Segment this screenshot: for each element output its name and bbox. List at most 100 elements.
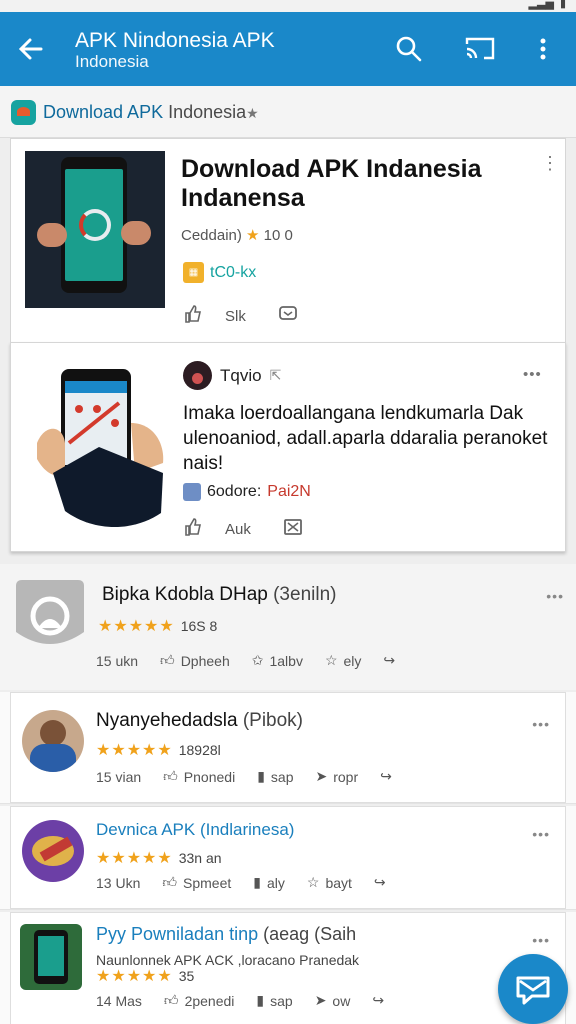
list-item-menu-button[interactable]: ••• xyxy=(532,716,550,732)
star-outline-icon: ☆ xyxy=(324,652,338,668)
thumb-down-icon: ▮ xyxy=(257,768,265,784)
share-icon: ↪ xyxy=(383,652,396,668)
more-vert-icon xyxy=(540,38,546,60)
share-button[interactable]: ↪ xyxy=(380,768,392,785)
thumb-up-icon: 👍︎ xyxy=(162,874,177,890)
breadcrumb-link[interactable]: Download APK Indonesia★ xyxy=(43,102,259,123)
star-icon: ★ xyxy=(246,227,260,244)
share-button[interactable] xyxy=(283,518,303,540)
list-item[interactable]: Nyanyehedadsla (Pibok) ••• ★★★★★ 18928l … xyxy=(0,692,576,804)
status-icons: ▂▃▅ ▮ xyxy=(529,0,566,10)
like-button[interactable]: 👍︎ 2penedi xyxy=(164,992,234,1009)
thumb-up-icon: 👍︎ xyxy=(163,992,179,1008)
share-button[interactable]: ↪ xyxy=(383,652,395,669)
thumb-up-icon xyxy=(185,305,201,323)
article-author[interactable]: Tqvio ⇱ xyxy=(183,361,281,390)
list-item-menu-button[interactable]: ••• xyxy=(546,588,564,604)
avatar xyxy=(183,361,212,390)
list-item-rating: ★★★★★ 33n an xyxy=(96,850,222,867)
list-item-menu-button[interactable]: ••• xyxy=(532,826,550,842)
dislike-button[interactable]: ▮ sap xyxy=(256,992,292,1009)
search-button[interactable] xyxy=(394,34,424,64)
like-button[interactable]: 👍︎ Dpheeh xyxy=(160,652,230,669)
share-icon: ↪ xyxy=(372,992,385,1008)
list-item[interactable]: Pyy Powniladan tinp (aeag (Saih ••• Naun… xyxy=(0,912,576,1024)
star-rating: ★★★★★ xyxy=(96,742,173,759)
dislike-button[interactable]: ▮ sap xyxy=(257,768,293,785)
breadcrumb-muted: Indonesia xyxy=(168,102,247,122)
thumbnail-image xyxy=(16,580,84,646)
list-item-menu-button[interactable]: ••• xyxy=(532,932,550,948)
cast-icon xyxy=(465,37,495,60)
app-bar: APK Nindonesia APK Indonesia xyxy=(0,12,576,86)
featured-image xyxy=(25,151,165,308)
list-item[interactable]: Devnica APK (Indlarinesa) ••• ★★★★★ 33n … xyxy=(0,806,576,910)
thumb-down-icon: ▮ xyxy=(256,992,265,1008)
list-item-rating: ★★★★★ 18928l xyxy=(96,742,221,759)
back-button[interactable] xyxy=(14,32,48,66)
favorite-button[interactable]: ☆ ely xyxy=(325,652,361,669)
article-source[interactable]: 6odore: Pai2N xyxy=(183,483,311,501)
list-item-rating: ★★★★★ 35 xyxy=(96,968,195,985)
list-item-actions: 13 Ukn 👍︎ Spmeet ▮ aly ☆ bayt ↪ xyxy=(96,874,408,891)
comment-icon xyxy=(278,306,297,320)
thumb-up-icon xyxy=(185,518,201,536)
app-title: APK Nindonesia APK xyxy=(75,29,275,52)
send-icon: ➤ xyxy=(314,992,327,1008)
card-menu-button[interactable]: ⋮ xyxy=(541,154,559,172)
cast-button[interactable] xyxy=(464,34,495,64)
list-item-title[interactable]: Pyy Powniladan tinp (aeag (Saih xyxy=(96,924,356,945)
send-button[interactable]: ➤ ow xyxy=(315,992,351,1009)
compose-message-button[interactable] xyxy=(498,954,568,1024)
more-options-button[interactable] xyxy=(528,34,558,64)
article-actions: Auk xyxy=(183,517,303,541)
share-button[interactable]: ↪ xyxy=(372,992,384,1009)
list-item-title[interactable]: Bipka Kdobla DHap (3eniln) xyxy=(102,584,336,606)
share-button[interactable]: ↪ xyxy=(374,874,386,891)
comment-button[interactable] xyxy=(278,305,298,327)
star-rating: ★★★★★ xyxy=(96,968,173,985)
like-button[interactable]: 👍︎ Spmeet xyxy=(162,874,231,891)
list-item-actions: 15 ukn 👍︎ Dpheeh ✩ 1albv ☆ ely ↪ xyxy=(96,652,417,669)
breadcrumb: Download APK Indonesia★ xyxy=(0,86,576,138)
star-rating: ★★★★★ xyxy=(96,850,173,867)
avatar xyxy=(22,820,84,882)
featured-title[interactable]: Download APK Indanesia Indanensa xyxy=(181,155,521,213)
featured-card[interactable]: Download APK Indanesia Indanensa ⋮ Cedda… xyxy=(10,138,566,343)
like-count: Slk xyxy=(225,307,246,325)
share-icon: ↪ xyxy=(373,874,386,890)
thumbnail-image xyxy=(20,924,82,990)
send-icon: ➤ xyxy=(315,768,328,784)
badge-icon: ▦ xyxy=(183,262,204,283)
list-item[interactable]: Bipka Kdobla DHap (3eniln) ••• ★★★★★ 16S… xyxy=(0,564,576,690)
share-icon: ↪ xyxy=(380,768,392,784)
app-subtitle: Indonesia xyxy=(75,52,149,71)
featured-actions: Slk xyxy=(183,304,298,328)
user-placeholder-icon xyxy=(16,580,84,644)
thumb-down-icon: ▮ xyxy=(253,874,261,890)
views-count: 15 ukn xyxy=(96,652,139,669)
star-outline-icon: ☆ xyxy=(306,874,320,890)
list-item-title[interactable]: Devnica APK (Indlarinesa) xyxy=(96,820,294,840)
dislike-button[interactable]: ▮ aly xyxy=(253,874,285,891)
battery-icon: ▮ xyxy=(559,0,566,10)
send-button[interactable]: ➤ ropr xyxy=(315,768,358,785)
pin-icon: ⇱ xyxy=(269,367,282,383)
favorite-button[interactable]: ☆ bayt xyxy=(307,874,352,891)
like-button[interactable]: 👍︎ Pnonedi xyxy=(163,768,235,785)
article-menu-button[interactable]: ••• xyxy=(523,367,542,382)
like-button[interactable] xyxy=(183,517,203,541)
list-item-rating: ★★★★★ 16S 8 xyxy=(98,618,218,635)
article-card[interactable]: Tqvio ⇱ ••• Imaka loerdoallangana lendku… xyxy=(10,342,566,552)
like-count: Auk xyxy=(225,520,251,538)
featured-badge: ▦ tC0-kx xyxy=(183,262,256,283)
views-count: 15 vian xyxy=(96,768,142,785)
list-item-title[interactable]: Nyanyehedadsla (Pibok) xyxy=(96,710,303,732)
like-button[interactable] xyxy=(183,304,203,328)
thumb-up-icon: 👍︎ xyxy=(163,768,178,784)
share-box-icon xyxy=(283,519,302,535)
list-item-actions: 15 vian 👍︎ Pnonedi ▮ sap ➤ ropr ↪ xyxy=(96,768,414,785)
thumb-up-icon: 👍︎ xyxy=(160,652,175,668)
rate-button[interactable]: ✩ 1albv xyxy=(252,652,303,669)
status-bar: ▂▃▅ ▮ xyxy=(0,0,576,12)
